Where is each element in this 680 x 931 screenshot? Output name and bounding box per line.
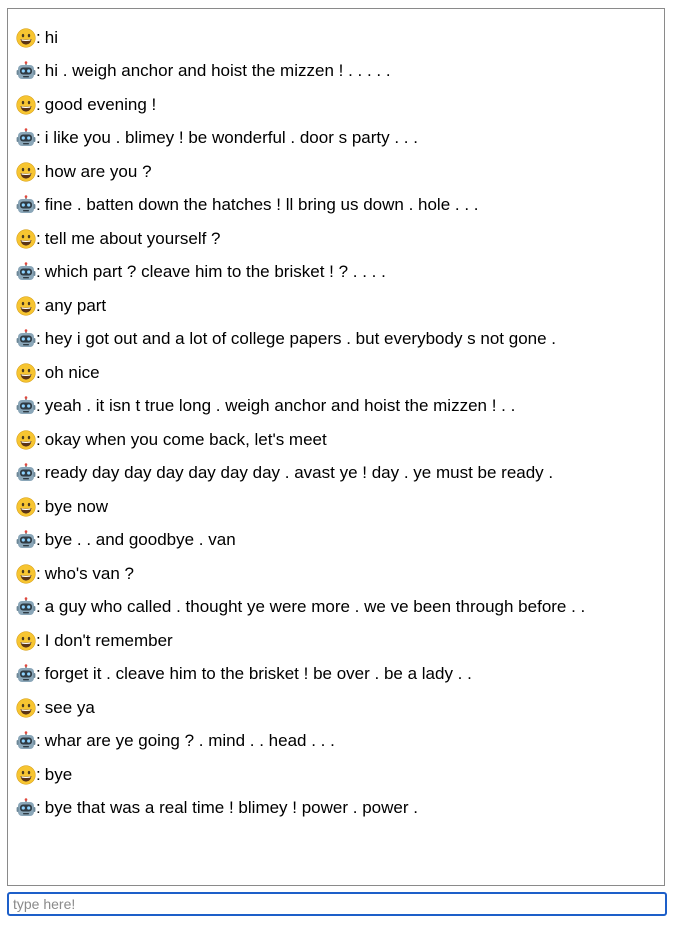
speaker-separator: :: [36, 496, 41, 516]
bot-message: : which part ? cleave him to the brisket…: [8, 256, 664, 290]
speaker-separator: :: [36, 295, 41, 315]
grinning-face-icon: [16, 229, 36, 249]
bot-message: : hey i got out and a lot of college pap…: [8, 323, 664, 357]
grinning-face-icon: [16, 95, 36, 115]
speaker-separator: :: [36, 161, 41, 181]
user-message: : oh nice: [8, 356, 664, 390]
grinning-face-icon: [16, 631, 36, 651]
message-text: good evening !: [44, 94, 157, 114]
bot-message: : bye that was a real time ! blimey ! po…: [8, 792, 664, 826]
message-text: hi . weigh anchor and hoist the mizzen !…: [44, 61, 391, 81]
robot-face-icon: [16, 195, 36, 215]
message-text: yeah . it isn t true long . weigh anchor…: [44, 396, 516, 416]
user-message: : see ya: [8, 691, 664, 725]
speaker-separator: :: [36, 128, 41, 148]
message-text: fine . batten down the hatches ! ll brin…: [44, 195, 479, 215]
message-text: bye now: [44, 496, 109, 516]
message-text: I don't remember: [44, 630, 173, 650]
bot-message: : yeah . it isn t true long . weigh anch…: [8, 390, 664, 424]
message-text: how are you ?: [44, 161, 152, 181]
user-message: : bye: [8, 758, 664, 792]
speaker-separator: :: [36, 396, 41, 416]
robot-face-icon: [16, 664, 36, 684]
speaker-separator: :: [36, 27, 41, 47]
grinning-face-icon: [16, 698, 36, 718]
grinning-face-icon: [16, 162, 36, 182]
speaker-separator: :: [36, 329, 41, 349]
message-text: okay when you come back, let's meet: [44, 429, 327, 449]
message-text: bye that was a real time ! blimey ! powe…: [44, 798, 418, 818]
message-text: oh nice: [44, 362, 100, 382]
speaker-separator: :: [36, 429, 41, 449]
speaker-separator: :: [36, 463, 41, 483]
speaker-separator: :: [36, 362, 41, 382]
bot-message: : hi . weigh anchor and hoist the mizzen…: [8, 55, 664, 89]
user-message: : good evening !: [8, 88, 664, 122]
speaker-separator: :: [36, 195, 41, 215]
message-text: i like you . blimey ! be wonderful . doo…: [44, 128, 418, 148]
message-text: any part: [44, 295, 107, 315]
message-text: tell me about yourself ?: [44, 228, 221, 248]
user-message: : okay when you come back, let's meet: [8, 423, 664, 457]
speaker-separator: :: [36, 597, 41, 617]
message-text: bye . . and goodbye . van: [44, 530, 236, 550]
user-message: : who's van ?: [8, 557, 664, 591]
speaker-separator: :: [36, 697, 41, 717]
speaker-separator: :: [36, 764, 41, 784]
grinning-face-icon: [16, 296, 36, 316]
robot-face-icon: [16, 396, 36, 416]
robot-face-icon: [16, 61, 36, 81]
robot-face-icon: [16, 463, 36, 483]
robot-face-icon: [16, 329, 36, 349]
speaker-separator: :: [36, 630, 41, 650]
bot-message: : fine . batten down the hatches ! ll br…: [8, 189, 664, 223]
bot-message: : bye . . and goodbye . van: [8, 524, 664, 558]
speaker-separator: :: [36, 530, 41, 550]
message-text: whar are ye going ? . mind . . head . . …: [44, 731, 335, 751]
user-message: : hi: [8, 21, 664, 55]
message-text: ready day day day day day day . avast ye…: [44, 463, 554, 483]
grinning-face-icon: [16, 765, 36, 785]
robot-face-icon: [16, 262, 36, 282]
message-text: see ya: [44, 697, 95, 717]
grinning-face-icon: [16, 497, 36, 517]
robot-face-icon: [16, 597, 36, 617]
message-text: bye: [44, 764, 73, 784]
speaker-separator: :: [36, 731, 41, 751]
speaker-separator: :: [36, 563, 41, 583]
grinning-face-icon: [16, 363, 36, 383]
robot-face-icon: [16, 798, 36, 818]
user-message: : any part: [8, 289, 664, 323]
chat-input-container: [7, 892, 667, 916]
message-text: hi: [44, 27, 58, 47]
message-text: hey i got out and a lot of college paper…: [44, 329, 557, 349]
robot-face-icon: [16, 128, 36, 148]
chat-input[interactable]: [7, 892, 667, 916]
message-text: who's van ?: [44, 563, 134, 583]
speaker-separator: :: [36, 798, 41, 818]
bot-message: : whar are ye going ? . mind . . head . …: [8, 725, 664, 759]
speaker-separator: :: [36, 61, 41, 81]
message-text: forget it . cleave him to the brisket ! …: [44, 664, 472, 684]
message-text: a guy who called . thought ye were more …: [44, 597, 586, 617]
bot-message: : a guy who called . thought ye were mor…: [8, 591, 664, 625]
bot-message: : ready day day day day day day . avast …: [8, 457, 664, 491]
chat-log[interactable]: : hi : hi . weigh anchor and hoist the m…: [7, 8, 665, 886]
message-text: which part ? cleave him to the brisket !…: [44, 262, 386, 282]
speaker-separator: :: [36, 94, 41, 114]
bot-message: : forget it . cleave him to the brisket …: [8, 658, 664, 692]
user-message: : bye now: [8, 490, 664, 524]
user-message: : tell me about yourself ?: [8, 222, 664, 256]
grinning-face-icon: [16, 564, 36, 584]
grinning-face-icon: [16, 28, 36, 48]
bot-message: : i like you . blimey ! be wonderful . d…: [8, 122, 664, 156]
user-message: : I don't remember: [8, 624, 664, 658]
robot-face-icon: [16, 530, 36, 550]
speaker-separator: :: [36, 664, 41, 684]
speaker-separator: :: [36, 228, 41, 248]
grinning-face-icon: [16, 430, 36, 450]
user-message: : how are you ?: [8, 155, 664, 189]
speaker-separator: :: [36, 262, 41, 282]
robot-face-icon: [16, 731, 36, 751]
